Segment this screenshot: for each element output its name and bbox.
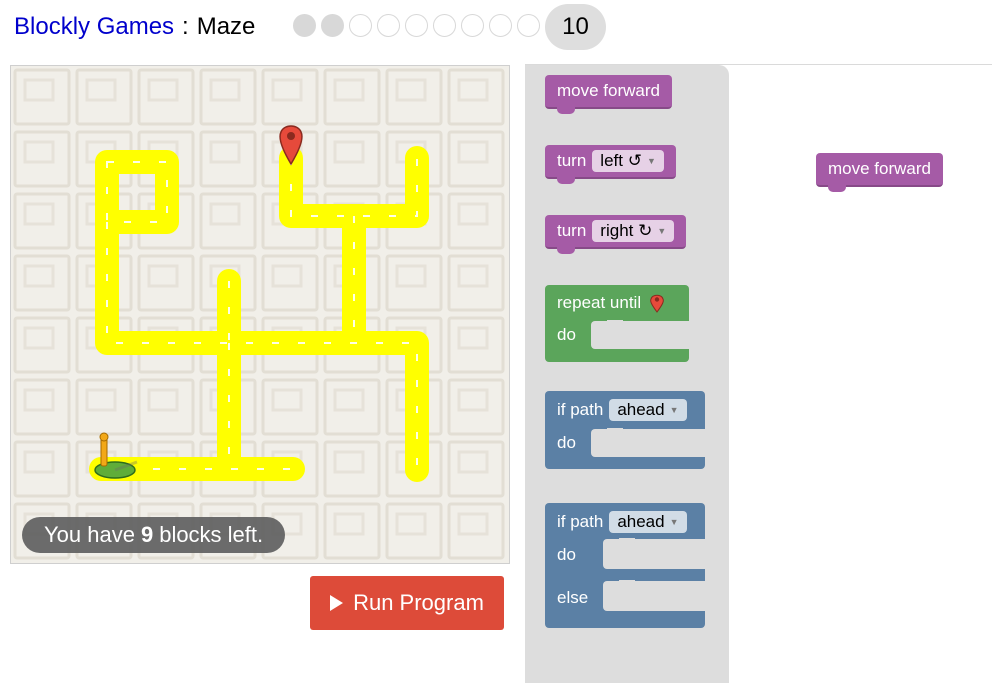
dropdown-arrow-icon: ▼ [646,156,656,166]
repeat-do-slot[interactable] [591,320,689,349]
level-selector [293,14,540,37]
dropdown-arrow-icon: ▼ [669,517,679,527]
header: Blockly Games : Maze [14,10,255,44]
if-path-dropdown[interactable]: ahead ▼ [609,399,687,421]
dropdown-arrow-icon: ▼ [657,226,667,236]
turn-left-option: left ↺ [600,151,642,170]
level-dot-1[interactable] [293,14,316,37]
title-separator: : [182,13,189,40]
repeat-until-label: repeat until [557,293,642,312]
repeat-until-block[interactable]: repeat until do [545,285,689,362]
if-path-option: ahead [617,400,665,419]
if-else-path-label: if path [557,512,604,531]
if-do-slot[interactable] [591,428,705,457]
if-do-label: do [557,433,576,452]
turn-right-dropdown[interactable]: right ↻ ▼ [592,220,675,242]
map-marker-icon [650,294,664,313]
move-forward-label: move forward [557,81,660,100]
if-path-block[interactable]: if path ahead ▼ do [545,391,705,469]
game-title: Maze [196,13,256,40]
dropdown-arrow-icon: ▼ [669,405,679,415]
blockly-games-link[interactable]: Blockly Games [14,13,174,41]
turn-right-label: turn [557,221,587,240]
level-dot-2[interactable] [321,14,344,37]
level-dot-9[interactable] [517,14,540,37]
turn-right-block[interactable]: turn right ↻ ▼ [545,215,687,254]
maze-tile-pattern [11,66,509,563]
level-dot-7[interactable] [461,14,484,37]
capacity-count: 9 [140,522,154,547]
blocks-left-indicator: You have 9 blocks left. [22,517,286,553]
level-dot-4[interactable] [377,14,400,37]
level-dot-8[interactable] [489,14,512,37]
turn-right-option: right ↻ [600,221,653,240]
capacity-prefix: You have [44,522,135,547]
run-program-label: Run Program [353,590,484,615]
if-else-do-label: do [557,545,576,564]
turn-left-label: turn [557,151,587,170]
if-else-path-dropdown[interactable]: ahead ▼ [609,511,687,533]
if-else-path-block[interactable]: if path ahead ▼ do else [545,503,705,628]
else-slot[interactable] [603,580,705,611]
if-path-label: if path [557,400,604,419]
maze-canvas [10,65,510,564]
maze-board [11,66,509,563]
turn-left-dropdown[interactable]: left ↺ ▼ [592,150,664,172]
move-forward-block[interactable]: move forward [545,75,672,114]
level-dot-5[interactable] [405,14,428,37]
current-level-badge[interactable]: 10 [545,4,606,50]
level-dot-6[interactable] [433,14,456,37]
capacity-suffix: blocks left. [159,522,264,547]
workspace-move-forward-label: move forward [828,159,931,178]
maze-game-page: Blockly Games : Maze 10 You have 9 block… [0,0,992,683]
turn-left-block[interactable]: turn left ↺ ▼ [545,145,676,184]
play-icon [330,595,344,611]
level-dot-3[interactable] [349,14,372,37]
toolbox: move forward turn left ↺ ▼ turn right ↻ … [525,65,729,683]
repeat-do-label: do [557,325,576,344]
if-else-do-slot[interactable] [603,538,705,569]
if-else-path-option: ahead [617,512,665,531]
else-label: else [557,588,589,607]
workspace-move-forward-block[interactable]: move forward [816,153,943,192]
run-program-button[interactable]: Run Program [310,576,504,630]
